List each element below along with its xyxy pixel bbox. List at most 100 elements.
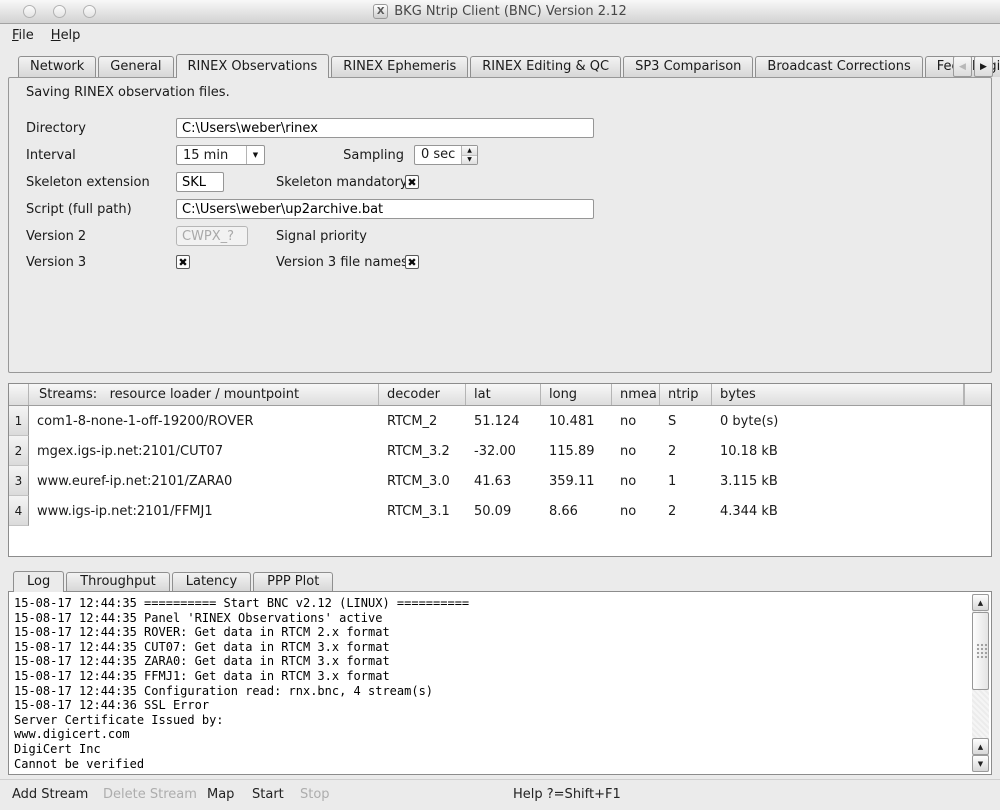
skeleton-extension-input[interactable]	[176, 172, 224, 192]
version2-label: Version 2	[26, 226, 171, 247]
cell-bytes: 4.344 kB	[712, 496, 991, 526]
log-line: Cannot be verified	[14, 757, 965, 770]
panel-description: Saving RINEX observation files.	[26, 85, 230, 100]
log-line: 15-08-17 12:44:35 Panel 'RINEX Observati…	[14, 611, 965, 626]
tab-rinex-observations[interactable]: RINEX Observations	[176, 54, 330, 78]
add-stream-button[interactable]: Add Stream	[12, 780, 88, 810]
cell-long: 115.89	[541, 436, 612, 466]
checkmark-icon: ✖	[407, 177, 416, 188]
scroll-up-button[interactable]: ▲	[972, 594, 989, 611]
tab-latency[interactable]: Latency	[172, 572, 251, 591]
delete-stream-button[interactable]: Delete Stream	[103, 780, 197, 810]
cell-decoder: RTCM_3.1	[379, 496, 466, 526]
log-tab-bar: Log Throughput Latency PPP Plot	[13, 570, 335, 591]
script-label: Script (full path)	[26, 199, 171, 220]
cell-long: 8.66	[541, 496, 612, 526]
directory-input[interactable]	[176, 118, 594, 138]
version2-signal-priority-input	[176, 226, 248, 246]
zoom-button[interactable]	[83, 5, 96, 18]
header-corner	[9, 384, 29, 405]
map-button[interactable]: Map	[207, 780, 234, 810]
log-output[interactable]: 15-08-17 12:44:35 ========== Start BNC v…	[8, 591, 992, 775]
checkmark-icon: ✖	[178, 257, 187, 268]
cell-lat: 51.124	[466, 406, 541, 436]
skeleton-mandatory-checkbox[interactable]: ✖	[405, 175, 419, 189]
streams-table-header: Streams: resource loader / mountpoint de…	[9, 384, 991, 406]
cell-lat: 50.09	[466, 496, 541, 526]
header-nmea[interactable]: nmea	[612, 384, 660, 405]
row-number[interactable]: 1	[9, 406, 29, 436]
tab-broadcast-corrections[interactable]: Broadcast Corrections	[755, 56, 922, 77]
cell-long: 359.11	[541, 466, 612, 496]
stop-button[interactable]: Stop	[300, 780, 330, 810]
spin-down-icon[interactable]: ▼	[462, 156, 477, 165]
sampling-spinner[interactable]: 0 sec ▲ ▼	[414, 145, 478, 165]
table-row[interactable]: 3 www.euref-ip.net:2101/ZARA0 RTCM_3.0 4…	[9, 466, 991, 496]
scroll-down-button[interactable]: ▼	[972, 755, 989, 772]
version3-checkbox[interactable]: ✖	[176, 255, 190, 269]
cell-decoder: RTCM_3.2	[379, 436, 466, 466]
version3-filenames-label: Version 3 file names	[276, 252, 408, 273]
chevron-right-icon: ▶	[980, 62, 987, 72]
tab-throughput[interactable]: Throughput	[66, 572, 170, 591]
minimize-button[interactable]	[53, 5, 66, 18]
log-text: 15-08-17 12:44:35 ========== Start BNC v…	[14, 596, 965, 770]
directory-label: Directory	[26, 118, 171, 139]
bottom-button-bar: Add Stream Delete Stream Map Start Stop …	[0, 779, 1000, 810]
tab-scroll-right-button[interactable]: ▶	[974, 56, 993, 77]
spin-up-icon[interactable]: ▲	[462, 146, 477, 156]
row-number[interactable]: 3	[9, 466, 29, 496]
tab-rinex-ephemeris[interactable]: RINEX Ephemeris	[331, 56, 468, 77]
header-bytes[interactable]: bytes	[712, 384, 964, 405]
sampling-value: 0 sec	[415, 146, 461, 164]
table-row[interactable]: 1 com1-8-none-1-off-19200/ROVER RTCM_2 5…	[9, 406, 991, 436]
log-scrollbar[interactable]: ▲ ▲ ▼	[972, 594, 989, 772]
help-button[interactable]: Help ?=Shift+F1	[513, 780, 621, 810]
cell-lat: -32.00	[466, 436, 541, 466]
header-ntrip[interactable]: ntrip	[660, 384, 712, 405]
scrollbar-thumb[interactable]	[972, 612, 989, 690]
tab-scroll-left-button[interactable]: ◀	[953, 56, 972, 77]
menu-help[interactable]: Help	[51, 28, 81, 43]
log-line: www.digicert.com	[14, 727, 965, 742]
tab-rinex-editing-qc[interactable]: RINEX Editing & QC	[470, 56, 621, 77]
tab-general[interactable]: General	[98, 56, 173, 77]
header-long[interactable]: long	[541, 384, 612, 405]
tab-sp3-comparison[interactable]: SP3 Comparison	[623, 56, 753, 77]
script-input[interactable]	[176, 199, 594, 219]
cell-nmea: no	[612, 496, 660, 526]
interval-select[interactable]: 15 min ▼	[176, 145, 265, 165]
cell-mountpoint: com1-8-none-1-off-19200/ROVER	[29, 406, 379, 436]
version3-label: Version 3	[26, 252, 171, 273]
tab-log[interactable]: Log	[13, 571, 64, 592]
cell-ntrip: S	[660, 406, 712, 436]
version3-filenames-checkbox[interactable]: ✖	[405, 255, 419, 269]
title-bar: X BKG Ntrip Client (BNC) Version 2.12	[0, 0, 1000, 24]
row-number[interactable]: 4	[9, 496, 29, 526]
table-row[interactable]: 4 www.igs-ip.net:2101/FFMJ1 RTCM_3.1 50.…	[9, 496, 991, 526]
cell-decoder: RTCM_3.0	[379, 466, 466, 496]
row-number[interactable]: 2	[9, 436, 29, 466]
bnc-window: X BKG Ntrip Client (BNC) Version 2.12 Fi…	[0, 0, 1000, 810]
log-line: 15-08-17 12:44:35 ROVER: Get data in RTC…	[14, 625, 965, 640]
skeleton-extension-label: Skeleton extension	[26, 172, 171, 193]
tab-ppp-plot[interactable]: PPP Plot	[253, 572, 333, 591]
start-button[interactable]: Start	[252, 780, 284, 810]
header-decoder[interactable]: decoder	[379, 384, 466, 405]
header-mountpoint[interactable]: Streams: resource loader / mountpoint	[29, 384, 379, 405]
tab-scroll-buttons: ◀ ▶	[951, 56, 993, 77]
table-row[interactable]: 2 mgex.igs-ip.net:2101/CUT07 RTCM_3.2 -3…	[9, 436, 991, 466]
arrow-up-icon: ▲	[978, 743, 983, 751]
menu-file[interactable]: File	[12, 28, 34, 43]
log-line: 15-08-17 12:44:36 SSL Error	[14, 698, 965, 713]
close-button[interactable]	[23, 5, 36, 18]
tab-network[interactable]: Network	[18, 56, 96, 77]
streams-table: Streams: resource loader / mountpoint de…	[8, 383, 992, 557]
cell-bytes: 3.115 kB	[712, 466, 991, 496]
header-lat[interactable]: lat	[466, 384, 541, 405]
cell-mountpoint: mgex.igs-ip.net:2101/CUT07	[29, 436, 379, 466]
arrow-down-icon: ▼	[978, 760, 983, 768]
menu-bar: File Help	[0, 24, 1000, 46]
skeleton-mandatory-label: Skeleton mandatory	[276, 172, 408, 193]
scroll-up-button[interactable]: ▲	[972, 738, 989, 755]
